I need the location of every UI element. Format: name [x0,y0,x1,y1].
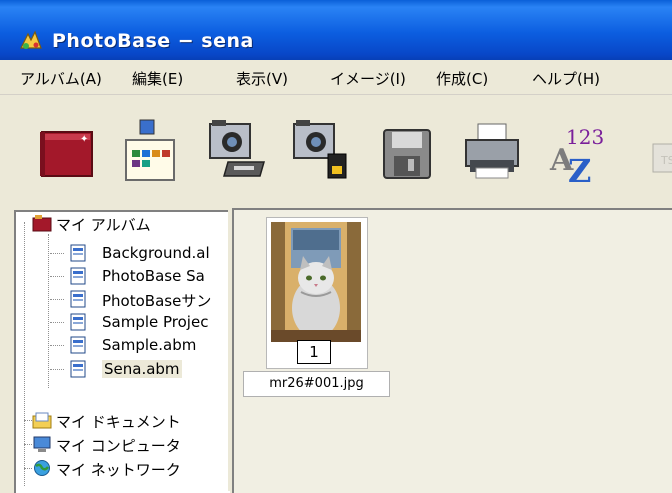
menu-view[interactable]: 表示(V) [236,68,288,89]
title-bar[interactable]: PhotoBase − sena [0,0,672,60]
tree-label: Sample.abm [102,336,197,354]
tree-item-album-6-selected[interactable]: Sena.abm [18,358,228,380]
album-book-icon[interactable]: ✦ [36,110,100,194]
menu-album[interactable]: アルバム(A) [20,68,102,89]
tree-item-album-4[interactable]: Sample Projec [18,311,228,333]
album-file-icon [70,244,86,262]
tree-label: Background.al [102,244,210,262]
slideshow-card-icon[interactable] [120,110,184,194]
cat-photo-thumbnail[interactable] [271,222,361,342]
documents-folder-icon [32,412,52,429]
camera-card-icon[interactable] [290,110,354,194]
printer-icon[interactable] [462,110,526,194]
network-globe-icon [34,460,50,476]
tree-label: マイ アルバム [56,216,151,234]
thumbnail-filename: mr26#001.jpg [243,371,390,397]
album-file-icon [70,267,86,285]
sort-az-icon[interactable]: 123 A Z [546,110,610,194]
svg-text:Z: Z [568,152,591,190]
more-icon[interactable]: TS [630,110,672,194]
tree-item-my-documents[interactable]: マイ ドキュメント [18,409,228,431]
svg-text:✦: ✦ [80,134,88,145]
photobase-app-icon [20,30,42,49]
menu-image[interactable]: イメージ(I) [330,68,406,89]
svg-text:TS: TS [660,154,672,167]
tree-label: Sena.abm [102,360,182,378]
album-file-icon [70,290,86,308]
thumbnail-number: 1 [297,340,331,364]
menu-edit[interactable]: 編集(E) [132,68,183,89]
menu-help[interactable]: ヘルプ(H) [532,68,600,89]
tree-item-album-3[interactable]: PhotoBaseサン [18,288,228,310]
tree-label: マイ ネットワーク [56,461,181,479]
tree-label: PhotoBaseサン [102,292,212,310]
computer-icon [33,436,51,452]
tree-item-album-2[interactable]: PhotoBase Sa [18,265,228,287]
window-title: PhotoBase − sena [52,30,254,52]
album-file-icon [70,336,86,354]
folder-tree[interactable]: マイ アルバム Background.al PhotoBase Sa Photo… [14,210,230,493]
album-file-icon [70,313,86,331]
tree-label: マイ コンピュータ [56,437,181,455]
camera-scanner-icon[interactable] [206,110,270,194]
album-folder-icon [32,215,52,232]
tree-item-album-5[interactable]: Sample.abm [18,334,228,356]
menu-bar: アルバム(A) 編集(E) 表示(V) イメージ(I) 作成(C) ヘルプ(H) [0,60,672,95]
tree-label: マイ ドキュメント [56,413,181,431]
tree-item-my-network[interactable]: マイ ネットワーク [18,457,228,479]
tree-item-album-1[interactable]: Background.al [18,242,228,264]
album-file-icon [70,360,86,378]
menu-create[interactable]: 作成(C) [436,68,488,89]
tree-label: PhotoBase Sa [102,267,205,285]
save-disk-icon[interactable] [378,110,442,194]
tree-item-my-computer[interactable]: マイ コンピュータ [18,433,228,455]
tree-item-my-album[interactable]: マイ アルバム [18,212,228,234]
tree-label: Sample Projec [102,313,209,331]
